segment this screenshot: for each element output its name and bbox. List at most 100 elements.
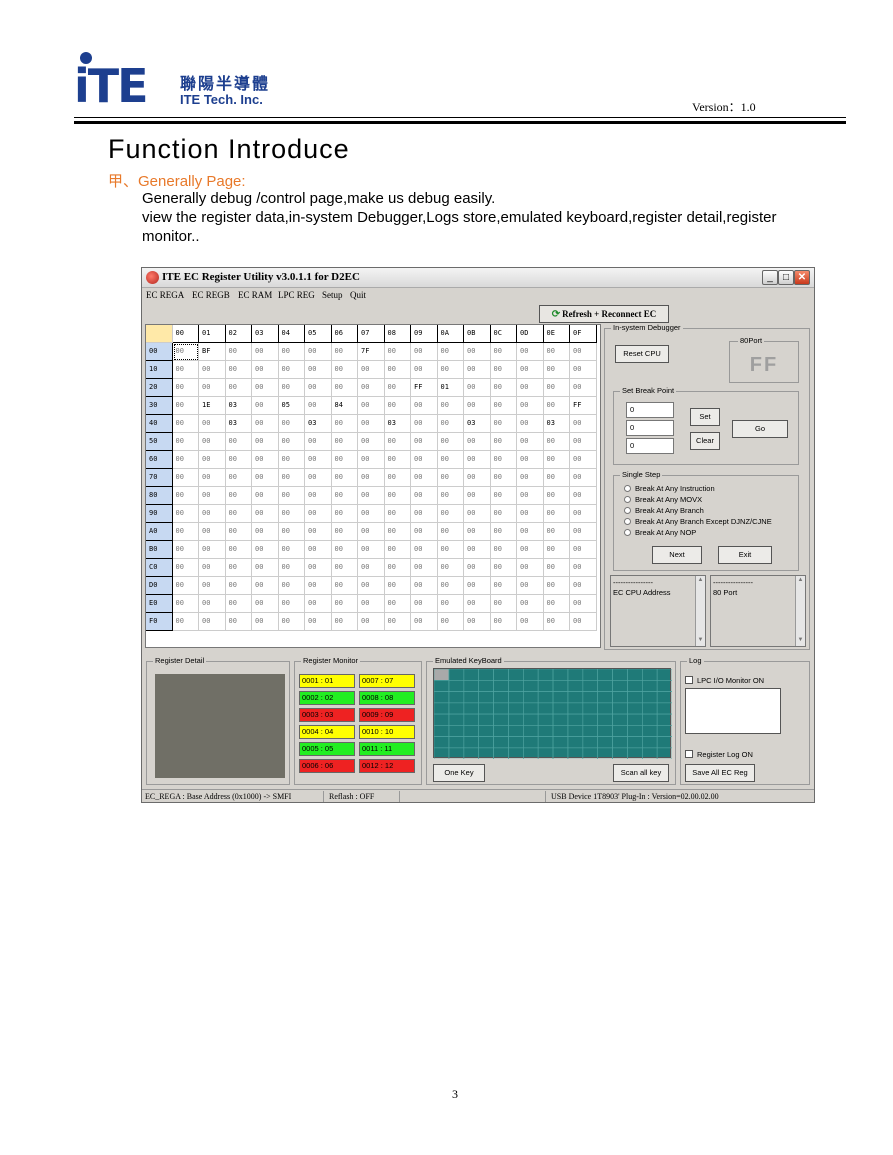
keyboard-key-cell[interactable] [478, 713, 494, 726]
register-cell[interactable]: 00 [199, 361, 226, 379]
register-cell[interactable]: 00 [437, 397, 464, 415]
register-cell[interactable]: 00 [437, 487, 464, 505]
keyboard-key-cell[interactable] [448, 668, 465, 681]
register-cell[interactable]: 00 [199, 433, 226, 451]
register-cell[interactable]: 05 [278, 397, 305, 415]
register-cell[interactable]: 00 [490, 577, 517, 595]
register-cell[interactable]: 00 [252, 541, 279, 559]
keyboard-key-cell[interactable] [656, 680, 673, 692]
close-button[interactable]: ✕ [794, 270, 810, 285]
port-pane-scrollbar[interactable]: ▲ ▼ [795, 576, 805, 646]
register-cell[interactable]: 00 [437, 559, 464, 577]
keyboard-key-cell[interactable] [478, 680, 494, 692]
go-button[interactable]: Go [732, 420, 788, 438]
clear-button[interactable]: Clear [690, 432, 720, 450]
register-cell[interactable]: 00 [490, 343, 517, 361]
keyboard-key-cell[interactable] [567, 747, 584, 760]
register-cell[interactable]: 00 [411, 523, 438, 541]
keyboard-key-cell[interactable] [612, 702, 628, 715]
keyboard-key-cell[interactable] [627, 680, 643, 692]
register-cell[interactable]: 00 [199, 613, 226, 631]
keyboard-key-cell[interactable] [523, 680, 539, 692]
register-cell[interactable]: 00 [384, 577, 411, 595]
register-cell[interactable]: 00 [358, 433, 385, 451]
register-cell[interactable]: 00 [225, 541, 252, 559]
register-cell[interactable]: 00 [464, 595, 491, 613]
register-cell[interactable]: 00 [199, 469, 226, 487]
register-cell[interactable]: 00 [411, 397, 438, 415]
keyboard-key-cell[interactable] [567, 702, 584, 715]
keyboard-key-cell[interactable] [508, 702, 524, 715]
register-cell[interactable]: 00 [517, 361, 544, 379]
keyboard-key-cell[interactable] [463, 724, 479, 737]
register-cell[interactable]: 00 [172, 397, 199, 415]
keyboard-key-cell[interactable] [493, 747, 509, 760]
register-cell[interactable]: 00 [411, 361, 438, 379]
register-cell[interactable]: 00 [517, 397, 544, 415]
register-cell[interactable]: 00 [278, 595, 305, 613]
register-cell[interactable]: 00 [331, 505, 358, 523]
keyboard-key-cell[interactable] [508, 713, 524, 726]
register-cell[interactable]: 00 [172, 613, 199, 631]
register-cell[interactable]: 00 [570, 523, 597, 541]
register-cell[interactable]: 00 [384, 541, 411, 559]
keyboard-key-cell[interactable] [612, 736, 628, 749]
register-cell[interactable]: 00 [570, 559, 597, 577]
register-cell[interactable]: 00 [252, 397, 279, 415]
register-cell[interactable]: 00 [517, 541, 544, 559]
keyboard-key-cell[interactable] [448, 713, 465, 726]
register-cell[interactable]: 00 [570, 487, 597, 505]
scroll-up-icon[interactable]: ▲ [796, 576, 805, 585]
register-cell[interactable]: 03 [384, 415, 411, 433]
keyboard-key-cell[interactable] [537, 747, 554, 760]
keyboard-key-cell[interactable] [463, 691, 479, 704]
keyboard-key-cell[interactable] [537, 724, 554, 737]
keyboard-key-cell[interactable] [433, 680, 450, 692]
keyboard-key-cell[interactable] [493, 691, 509, 704]
register-cell[interactable]: 00 [437, 469, 464, 487]
register-cell[interactable]: 00 [437, 613, 464, 631]
register-cell[interactable]: 00 [517, 433, 544, 451]
keyboard-key-cell[interactable] [656, 702, 673, 715]
single-step-option-5[interactable]: Break At Any NOP [624, 528, 696, 538]
register-cell[interactable]: 03 [225, 397, 252, 415]
keyboard-key-cell[interactable] [523, 747, 539, 760]
register-cell[interactable]: 00 [252, 613, 279, 631]
keyboard-key-cell[interactable] [448, 702, 465, 715]
register-cell[interactable]: 00 [437, 577, 464, 595]
register-cell[interactable]: 00 [172, 343, 199, 361]
keyboard-key-cell[interactable] [567, 713, 584, 726]
register-cell[interactable]: 00 [331, 559, 358, 577]
keyboard-key-cell[interactable] [523, 724, 539, 737]
keyboard-key-cell[interactable] [567, 736, 584, 749]
keyboard-key-cell[interactable] [478, 691, 494, 704]
register-cell[interactable]: 00 [517, 487, 544, 505]
menu-setup[interactable]: Setup [322, 290, 343, 300]
register-cell[interactable]: 00 [225, 559, 252, 577]
register-cell[interactable]: 00 [517, 415, 544, 433]
register-cell[interactable]: 00 [225, 379, 252, 397]
keyboard-key-cell[interactable] [642, 691, 658, 704]
register-cell[interactable]: 00 [278, 451, 305, 469]
register-cell[interactable]: 00 [225, 577, 252, 595]
register-cell[interactable]: 00 [225, 469, 252, 487]
register-cell[interactable]: 00 [199, 523, 226, 541]
keyboard-key-cell[interactable] [537, 736, 554, 749]
register-cell[interactable]: 00 [172, 559, 199, 577]
keyboard-key-cell[interactable] [493, 668, 509, 681]
register-cell[interactable]: 00 [305, 451, 332, 469]
register-cell[interactable]: 00 [358, 577, 385, 595]
keyboard-key-cell[interactable] [478, 747, 494, 760]
save-all-ec-reg-button[interactable]: Save All EC Reg [685, 764, 755, 782]
register-cell[interactable]: 00 [252, 433, 279, 451]
register-cell[interactable]: 00 [358, 451, 385, 469]
register-cell[interactable]: 00 [384, 433, 411, 451]
register-cell[interactable]: 00 [358, 523, 385, 541]
keyboard-key-cell[interactable] [508, 747, 524, 760]
register-cell[interactable]: 00 [464, 577, 491, 595]
register-cell[interactable]: 00 [490, 523, 517, 541]
register-cell[interactable]: 00 [543, 505, 570, 523]
register-cell[interactable]: 00 [278, 433, 305, 451]
keyboard-key-cell[interactable] [582, 747, 599, 760]
register-cell[interactable]: 00 [543, 397, 570, 415]
